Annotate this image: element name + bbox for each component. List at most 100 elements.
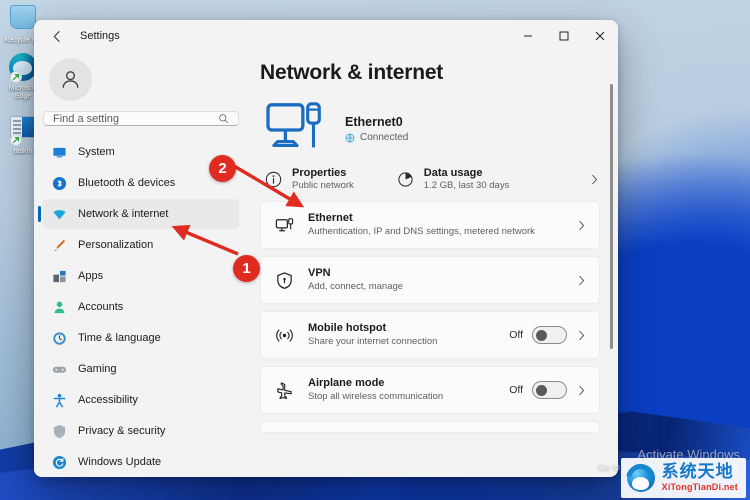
quick-action-title: Data usage — [423, 167, 483, 179]
shield-icon — [51, 423, 67, 439]
page-title: Network & internet — [260, 61, 444, 84]
quick-action-data-usage[interactable]: Data usage 1.2 GB, last 30 days — [396, 167, 510, 191]
globe-icon — [345, 133, 355, 143]
chevron-right-icon[interactable] — [589, 174, 600, 185]
sidebar-item-label: Accessibility — [78, 394, 138, 406]
window-controls — [510, 20, 618, 52]
quick-action-properties[interactable]: Properties Public network — [264, 167, 354, 191]
accessibility-icon — [51, 392, 67, 408]
wifi-icon — [51, 206, 67, 222]
back-button[interactable] — [42, 21, 72, 51]
maximize-icon — [559, 31, 569, 41]
vpn-shield-icon — [273, 271, 295, 290]
settings-card-partial[interactable] — [260, 421, 600, 433]
account-section[interactable] — [43, 52, 239, 111]
minimize-button[interactable] — [510, 20, 546, 52]
sidebar-item-personalization[interactable]: Personalization — [43, 230, 239, 260]
settings-card-ethernet[interactable]: Ethernet Authentication, IP and DNS sett… — [260, 201, 600, 249]
sidebar-item-label: Accounts — [78, 301, 124, 313]
sidebar-item-label: Time & language — [78, 332, 161, 344]
chevron-right-icon[interactable] — [576, 275, 587, 286]
annotation-badge-2: 2 — [209, 155, 236, 182]
quick-actions-row: Properties Public network Data usage 1.2… — [260, 167, 600, 191]
site-logo-icon — [625, 460, 657, 494]
settings-card-title: VPN — [308, 267, 331, 280]
settings-card-text: Mobile hotspot Share your internet conne… — [308, 322, 496, 348]
sidebar-item-time-language[interactable]: Time & language — [43, 323, 239, 353]
settings-card-mobile-hotspot[interactable]: Mobile hotspot Share your internet conne… — [260, 311, 600, 359]
sidebar-item-label: System — [78, 146, 115, 158]
close-button[interactable] — [582, 20, 618, 52]
settings-card-text: VPN Add, connect, manage — [308, 267, 563, 293]
sidebar-item-label: Bluetooth & devices — [78, 177, 176, 189]
connection-status-label: Connected — [360, 132, 409, 143]
sidebar-item-network-internet[interactable]: Network & internet — [38, 199, 239, 229]
sidebar-item-label: Apps — [78, 270, 104, 282]
pie-chart-icon — [396, 170, 415, 189]
sidebar-item-apps[interactable]: Apps — [43, 261, 239, 291]
sidebar-item-label: Network & internet — [78, 208, 169, 220]
sidebar-item-gaming[interactable]: Gaming — [43, 354, 239, 384]
toggle-state-label: Off — [509, 384, 523, 396]
system-icon — [51, 144, 67, 160]
settings-card-vpn[interactable]: VPN Add, connect, manage — [260, 256, 600, 304]
sidebar-nav: System Bluetooth & devices Network & int… — [38, 137, 239, 477]
network-status-block: Ethernet0 Connected — [260, 99, 600, 159]
settings-card-text: Airplane mode Stop all wireless communic… — [308, 377, 496, 403]
window-title: Settings — [80, 30, 120, 42]
quick-action-subtitle: Public network — [292, 180, 354, 191]
sidebar-item-accessibility[interactable]: Accessibility — [43, 385, 239, 415]
quick-action-title: Properties — [292, 167, 347, 179]
clock-icon — [51, 330, 67, 346]
airplane-mode-toggle[interactable] — [532, 381, 567, 399]
settings-cards: Ethernet Authentication, IP and DNS sett… — [260, 201, 600, 433]
user-avatar-icon — [62, 71, 79, 88]
maximize-button[interactable] — [546, 20, 582, 52]
settings-card-right: Off — [509, 326, 587, 344]
scrollbar-thumb[interactable] — [610, 84, 613, 349]
settings-window: Settings Find a setting System Bluetooth… — [34, 20, 618, 477]
site-name-cn: 系统天地 — [661, 462, 734, 482]
main-content: Network & internet Ethernet0 Connected P… — [248, 52, 618, 477]
content-scrollbar[interactable] — [610, 84, 613, 461]
settings-card-right — [576, 275, 587, 286]
minimize-icon — [524, 35, 532, 37]
settings-card-right — [576, 220, 587, 231]
settings-card-title: Ethernet — [308, 212, 353, 225]
search-box[interactable] — [43, 111, 239, 126]
sidebar-item-label: Windows Update — [78, 456, 162, 468]
shortcut-arrow-icon — [10, 134, 22, 146]
window-titlebar: Settings — [34, 20, 618, 52]
apps-icon — [51, 268, 67, 284]
chevron-right-icon[interactable] — [576, 220, 587, 231]
mobile-hotspot-toggle[interactable] — [532, 326, 567, 344]
window-body: System Bluetooth & devices Network & int… — [34, 52, 618, 477]
shortcut-arrow-icon — [10, 71, 22, 83]
accounts-icon — [51, 299, 67, 315]
avatar[interactable] — [49, 58, 92, 101]
sidebar-item-privacy-security[interactable]: Privacy & security — [43, 416, 239, 446]
settings-card-subtitle: Stop all wireless communication — [308, 391, 444, 403]
connection-status: Connected — [345, 132, 408, 143]
chevron-right-icon[interactable] — [576, 330, 587, 341]
search-input[interactable] — [53, 112, 218, 125]
update-icon — [51, 454, 67, 470]
sidebar-item-label: Privacy & security — [78, 425, 166, 437]
sidebar-item-label: Personalization — [78, 239, 154, 251]
ethernet-monitor-icon — [264, 99, 332, 159]
bluetooth-icon — [51, 175, 67, 191]
airplane-icon — [273, 381, 295, 400]
chevron-right-icon[interactable] — [576, 385, 587, 396]
network-status-text: Ethernet0 Connected — [345, 115, 408, 143]
ethernet-icon — [273, 216, 295, 235]
settings-card-subtitle: Add, connect, manage — [308, 281, 404, 293]
sidebar-item-accounts[interactable]: Accounts — [43, 292, 239, 322]
settings-card-subtitle: Authentication, IP and DNS settings, met… — [308, 226, 535, 238]
back-arrow-icon — [53, 30, 60, 42]
settings-card-right: Off — [509, 381, 587, 399]
settings-card-airplane-mode[interactable]: Airplane mode Stop all wireless communic… — [260, 366, 600, 414]
adapter-name: Ethernet0 — [345, 115, 403, 129]
quick-action-subtitle: 1.2 GB, last 30 days — [423, 180, 510, 191]
toggle-state-label: Off — [509, 329, 523, 341]
sidebar-item-windows-update[interactable]: Windows Update — [43, 447, 239, 477]
